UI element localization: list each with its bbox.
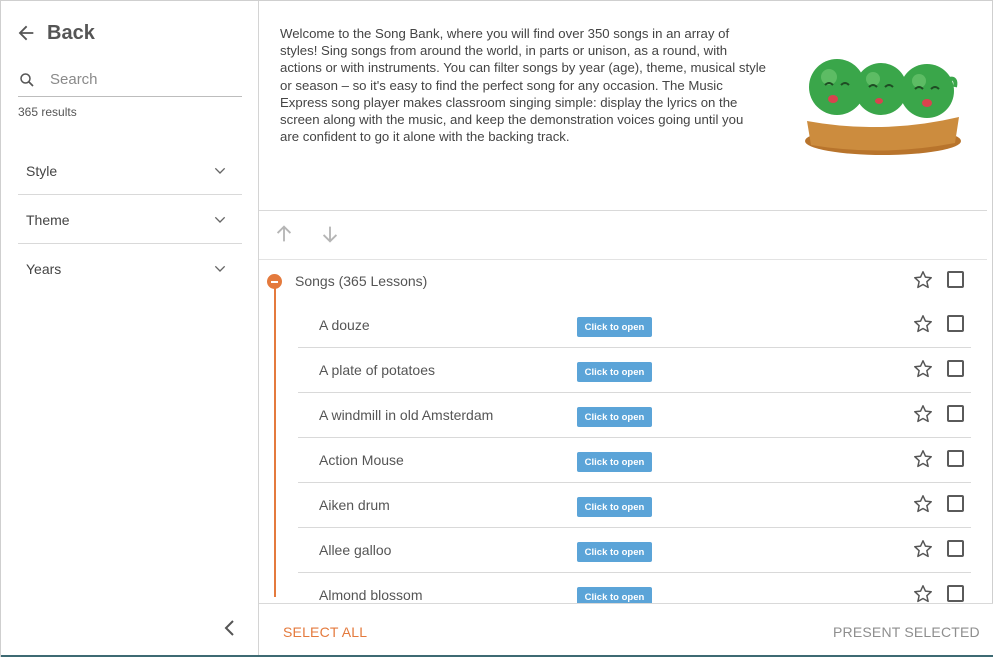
open-song-button[interactable]: Click to open — [577, 452, 652, 472]
select-checkbox[interactable] — [947, 495, 964, 512]
star-icon[interactable] — [912, 448, 934, 470]
back-button[interactable]: Back — [15, 19, 95, 47]
sidebar: Back 365 results Style Theme Years — [1, 1, 259, 656]
collapse-sidebar-icon[interactable] — [221, 617, 239, 639]
song-row[interactable]: A plate of potatoes Click to open — [298, 348, 971, 393]
filter-theme[interactable]: Theme — [18, 196, 242, 244]
select-checkbox[interactable] — [947, 540, 964, 557]
open-song-button[interactable]: Click to open — [577, 542, 652, 562]
filter-label: Theme — [26, 211, 70, 228]
footer-bar: SELECT ALL PRESENT SELECTED — [259, 603, 993, 656]
filter-label: Style — [26, 162, 58, 179]
collapse-group-icon[interactable] — [267, 274, 282, 289]
star-icon[interactable] — [912, 403, 934, 425]
select-checkbox[interactable] — [947, 315, 964, 332]
results-count: 365 results — [18, 105, 77, 119]
song-row[interactable]: Almond blossom Click to open — [298, 573, 971, 603]
song-title: A douze — [319, 317, 370, 333]
arrow-left-icon — [18, 25, 34, 41]
search-input[interactable] — [50, 71, 230, 88]
back-label: Back — [47, 21, 95, 44]
song-title: Almond blossom — [319, 587, 423, 603]
song-row[interactable]: Aiken drum Click to open — [298, 483, 971, 528]
filter-years[interactable]: Years — [18, 245, 242, 293]
song-row[interactable]: Action Mouse Click to open — [298, 438, 971, 483]
song-title: Aiken drum — [319, 497, 390, 513]
filter-style[interactable]: Style — [18, 147, 242, 195]
star-icon[interactable] — [912, 313, 934, 335]
star-icon[interactable] — [912, 269, 934, 291]
song-bank-app: Back 365 results Style Theme Years Welco… — [0, 0, 993, 657]
song-title: A windmill in old Amsterdam — [319, 407, 494, 423]
song-title: A plate of potatoes — [319, 362, 435, 378]
select-checkbox[interactable] — [947, 360, 964, 377]
song-list: Songs (365 Lessons) A douze Click to ope… — [259, 1, 987, 603]
search-box — [18, 63, 242, 97]
select-checkbox[interactable] — [947, 405, 964, 422]
select-checkbox[interactable] — [947, 271, 964, 288]
filter-label: Years — [26, 261, 62, 277]
group-title: Songs (365 Lessons) — [295, 273, 428, 289]
star-icon[interactable] — [912, 493, 934, 515]
song-row[interactable]: Allee galloo Click to open — [298, 528, 971, 573]
select-all-button[interactable]: SELECT ALL — [283, 624, 367, 640]
star-icon[interactable] — [912, 538, 934, 560]
group-row: Songs (365 Lessons) — [259, 263, 987, 299]
open-song-button[interactable]: Click to open — [577, 362, 652, 382]
song-row[interactable]: A windmill in old Amsterdam Click to ope… — [298, 393, 971, 438]
main-panel: Welcome to the Song Bank, where you will… — [259, 1, 993, 656]
star-icon[interactable] — [912, 583, 934, 603]
search-icon — [20, 72, 34, 87]
song-row[interactable]: A douze Click to open — [298, 303, 971, 348]
select-checkbox[interactable] — [947, 450, 964, 467]
present-selected-button[interactable]: PRESENT SELECTED — [833, 624, 980, 640]
star-icon[interactable] — [912, 358, 934, 380]
open-song-button[interactable]: Click to open — [577, 317, 652, 337]
chevron-down-icon — [214, 167, 226, 174]
song-title: Action Mouse — [319, 452, 404, 468]
open-song-button[interactable]: Click to open — [577, 587, 652, 603]
chevron-down-icon — [214, 216, 226, 223]
select-checkbox[interactable] — [947, 585, 964, 602]
open-song-button[interactable]: Click to open — [577, 407, 652, 427]
tree-line — [274, 287, 276, 597]
song-title: Allee galloo — [319, 542, 392, 558]
chevron-down-icon — [214, 265, 226, 272]
open-song-button[interactable]: Click to open — [577, 497, 652, 517]
